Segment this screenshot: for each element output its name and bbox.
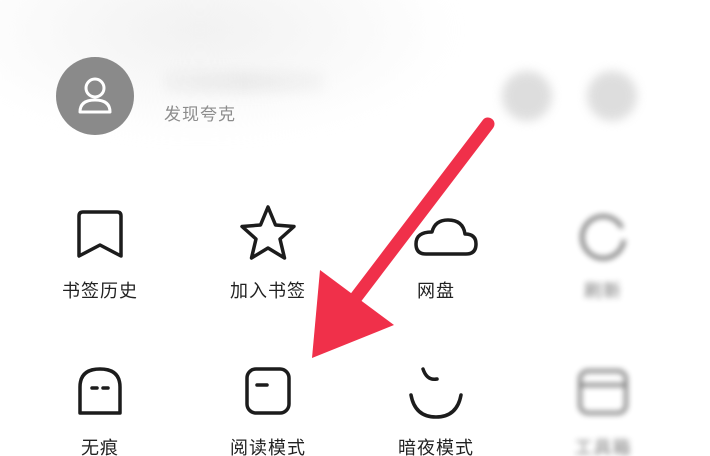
menu-label-add-bookmark: 加入书签 bbox=[230, 281, 306, 302]
menu-item-cloud-drive[interactable]: 网盘 bbox=[361, 200, 511, 310]
bookmark-icon bbox=[77, 210, 123, 258]
menu-item-toolbox[interactable]: 工具箱 bbox=[528, 355, 678, 456]
menu-item-reading-mode[interactable]: 阅读模式 bbox=[193, 355, 343, 456]
settings-icon[interactable] bbox=[587, 71, 637, 121]
night-mode-icon bbox=[409, 367, 463, 419]
menu-label-bookmark-history: 书签历史 bbox=[62, 281, 138, 302]
user-icon bbox=[78, 77, 112, 114]
star-icon bbox=[240, 205, 296, 260]
account-subtitle: 发现夸克 bbox=[164, 105, 236, 125]
menu-item-add-bookmark[interactable]: 加入书签 bbox=[193, 200, 343, 310]
menu-item-incognito[interactable]: 无痕 bbox=[25, 355, 175, 456]
menu-label-toolbox: 工具箱 bbox=[574, 438, 632, 456]
menu-label-reading-mode: 阅读模式 bbox=[230, 438, 306, 456]
message-icon[interactable] bbox=[502, 71, 552, 121]
quark-browser-menu: 发现夸克 书签历史 加入书签 网盘 刷新 无痕 阅读模式 暗夜模式 工具箱 bbox=[0, 0, 710, 456]
reading-mode-icon bbox=[245, 367, 291, 415]
menu-item-night-mode[interactable]: 暗夜模式 bbox=[361, 355, 511, 456]
toolbox-icon bbox=[578, 369, 628, 415]
cloud-icon bbox=[413, 218, 478, 256]
username-blurred bbox=[165, 72, 325, 92]
menu-label-refresh: 刷新 bbox=[584, 281, 622, 302]
refresh-icon bbox=[580, 214, 626, 261]
avatar[interactable] bbox=[56, 57, 134, 135]
menu-label-night-mode: 暗夜模式 bbox=[398, 438, 474, 456]
menu-item-refresh[interactable]: 刷新 bbox=[528, 200, 678, 310]
menu-item-bookmark-history[interactable]: 书签历史 bbox=[25, 200, 175, 310]
menu-label-incognito: 无痕 bbox=[81, 438, 119, 456]
ghost-icon bbox=[78, 367, 122, 415]
menu-label-cloud-drive: 网盘 bbox=[417, 281, 455, 302]
